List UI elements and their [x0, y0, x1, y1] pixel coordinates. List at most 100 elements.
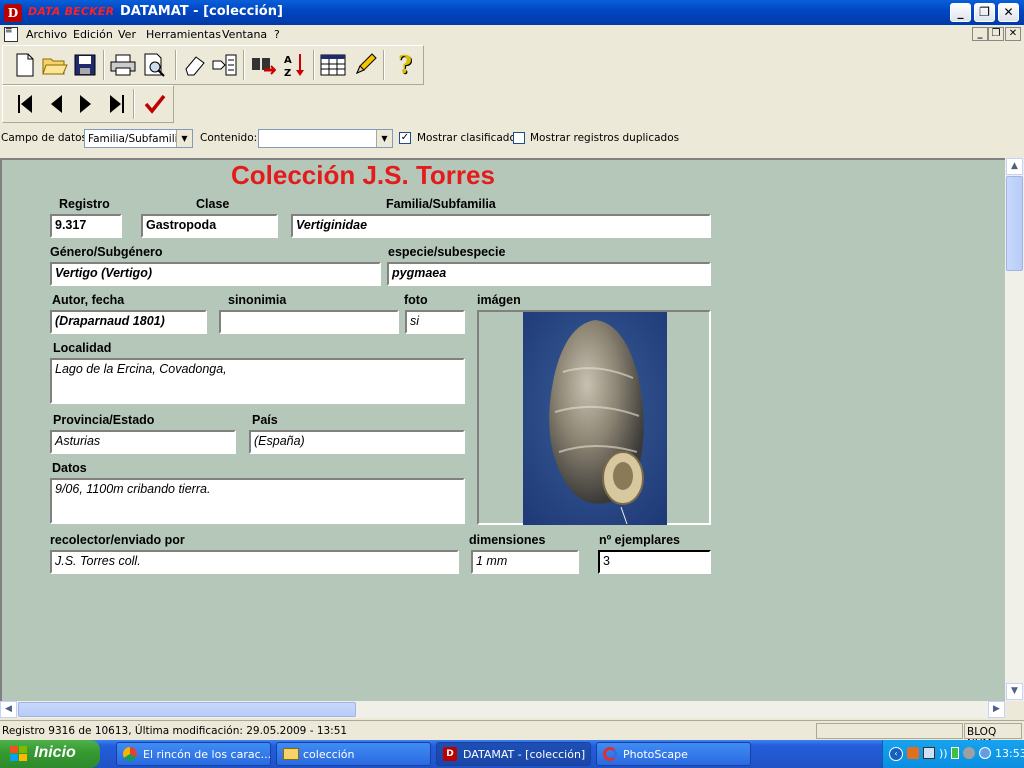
mdi-minimize-button[interactable]: _: [972, 27, 988, 41]
menu-ver[interactable]: Ver: [118, 28, 136, 41]
registro-field[interactable]: 9.317: [50, 214, 122, 238]
task-folder[interactable]: colección: [276, 742, 431, 766]
brand-label: DATA BECKER: [28, 5, 115, 18]
battery-icon[interactable]: [951, 747, 959, 759]
recolector-label: recolector/enviado por: [50, 533, 185, 547]
clase-label: Clase: [196, 197, 230, 211]
close-button[interactable]: ✕: [998, 3, 1019, 22]
scroll-right-icon[interactable]: ▶: [988, 701, 1005, 718]
edit-pencil-icon[interactable]: [351, 51, 379, 79]
print-icon[interactable]: [109, 51, 137, 79]
tray-app-icon[interactable]: [907, 747, 919, 759]
help-icon[interactable]: ?: [391, 51, 419, 79]
title-bar[interactable]: D DATA BECKER DATAMAT - [colección] _ ❐ …: [0, 0, 1024, 25]
localidad-field[interactable]: Lago de la Ercina, Covadonga,: [50, 358, 465, 404]
first-record-icon[interactable]: [11, 90, 39, 118]
task-folder-label: colección: [303, 748, 355, 761]
imagen-label: imágen: [477, 293, 521, 307]
recolector-field[interactable]: J.S. Torres coll.: [50, 550, 459, 574]
toolbar-separator: [175, 50, 177, 80]
confirm-checkmark-icon[interactable]: [141, 90, 169, 118]
save-icon[interactable]: [71, 51, 99, 79]
pais-label: País: [252, 413, 278, 427]
campo-select[interactable]: Familia/Subfamilia ▼: [84, 129, 193, 148]
menu-help[interactable]: ?: [274, 28, 280, 41]
print-preview-icon[interactable]: [141, 51, 169, 79]
mostrar-clasificado-checkbox[interactable]: ✓: [399, 132, 411, 144]
clock[interactable]: 13:53: [995, 747, 1024, 760]
scroll-up-icon[interactable]: ▲: [1006, 158, 1023, 175]
eraser-icon[interactable]: [181, 51, 209, 79]
campo-label: Campo de datos:: [1, 132, 91, 144]
sinonimia-field[interactable]: [219, 310, 399, 334]
familia-field[interactable]: Vertiginidae: [291, 214, 711, 238]
svg-text:A: A: [284, 55, 292, 66]
horizontal-scroll-thumb[interactable]: [18, 702, 356, 717]
open-folder-icon[interactable]: [41, 51, 69, 79]
navigation-toolbar: [2, 85, 174, 123]
dimensiones-label: dimensiones: [469, 533, 546, 547]
clase-field[interactable]: Gastropoda: [141, 214, 278, 238]
taskbar: Inicio El rincón de los carac... colecci…: [0, 740, 1024, 768]
autor-field[interactable]: (Draparnaud 1801): [50, 310, 207, 334]
pais-field[interactable]: (España): [249, 430, 465, 454]
contenido-select[interactable]: ▼: [258, 129, 393, 148]
toolbar-separator: [243, 50, 245, 80]
genero-field[interactable]: Vertigo (Vertigo): [50, 262, 381, 286]
task-photoscape[interactable]: PhotoScape: [596, 742, 751, 766]
binoculars-search-icon[interactable]: [249, 51, 277, 79]
num-lock-indicator: BLOQ NUM: [964, 723, 1022, 750]
chevron-down-icon[interactable]: ▼: [376, 130, 392, 147]
autor-label: Autor, fecha: [52, 293, 125, 307]
document-icon[interactable]: ≡: [4, 27, 18, 42]
folder-icon: [283, 748, 299, 760]
tray-expand-icon[interactable]: ‹: [889, 747, 903, 761]
sort-az-icon[interactable]: AZ: [281, 51, 309, 79]
form-title: Colección J.S. Torres: [231, 160, 495, 190]
start-button[interactable]: Inicio: [0, 740, 100, 768]
tray-device-icon[interactable]: [963, 747, 975, 759]
horizontal-scrollbar[interactable]: ◀ ▶: [0, 701, 1005, 718]
next-record-icon[interactable]: [71, 90, 99, 118]
table-view-icon[interactable]: [319, 51, 347, 79]
restore-button[interactable]: ❐: [974, 3, 995, 22]
task-browser[interactable]: El rincón de los carac...: [116, 742, 271, 766]
insert-record-icon[interactable]: [211, 51, 239, 79]
new-icon[interactable]: [11, 51, 39, 79]
menu-archivo[interactable]: Archivo: [26, 28, 67, 41]
task-datamat[interactable]: D DATAMAT - [colección]: [436, 742, 591, 766]
mdi-restore-button[interactable]: ❐: [988, 27, 1004, 41]
vertical-scrollbar[interactable]: ▲ ▼: [1005, 158, 1024, 701]
mostrar-duplicados-checkbox[interactable]: [513, 132, 525, 144]
ejemplares-field[interactable]: 3: [598, 550, 711, 574]
task-datamat-label: DATAMAT - [colección]: [463, 748, 586, 761]
svg-text:Z: Z: [284, 68, 291, 78]
wireless-icon[interactable]: )): [939, 747, 948, 760]
scroll-left-icon[interactable]: ◀: [0, 701, 17, 718]
network-icon[interactable]: [923, 747, 935, 759]
registro-label: Registro: [59, 197, 110, 211]
globe-icon[interactable]: [979, 747, 991, 759]
scroll-down-icon[interactable]: ▼: [1006, 683, 1023, 700]
sinonimia-label: sinonimia: [228, 293, 287, 307]
menu-edicion[interactable]: Edición: [73, 28, 113, 41]
provincia-field[interactable]: Asturias: [50, 430, 236, 454]
menu-ventana[interactable]: Ventana: [222, 28, 267, 41]
mdi-close-button[interactable]: ✕: [1005, 27, 1021, 41]
dimensiones-field[interactable]: 1 mm: [471, 550, 579, 574]
status-text: Registro 9316 de 10613, Última modificac…: [2, 725, 348, 737]
last-record-icon[interactable]: [103, 90, 131, 118]
status-bar: Registro 9316 de 10613, Última modificac…: [0, 720, 1024, 750]
especie-field[interactable]: pygmaea: [387, 262, 711, 286]
datos-field[interactable]: 9/06, 1100m cribando tierra.: [50, 478, 465, 524]
chevron-down-icon[interactable]: ▼: [176, 130, 192, 147]
main-toolbar: AZ ?: [2, 45, 424, 85]
mostrar-duplicados-label: Mostrar registros duplicados: [530, 132, 680, 144]
previous-record-icon[interactable]: [43, 90, 71, 118]
vertical-scroll-thumb[interactable]: [1006, 176, 1023, 271]
foto-field[interactable]: si: [405, 310, 465, 334]
mostrar-clasificado-label: Mostrar clasificado: [417, 132, 516, 144]
minimize-button[interactable]: _: [950, 3, 971, 22]
menu-herramientas[interactable]: Herramientas: [146, 28, 221, 41]
status-panel: [816, 723, 963, 739]
